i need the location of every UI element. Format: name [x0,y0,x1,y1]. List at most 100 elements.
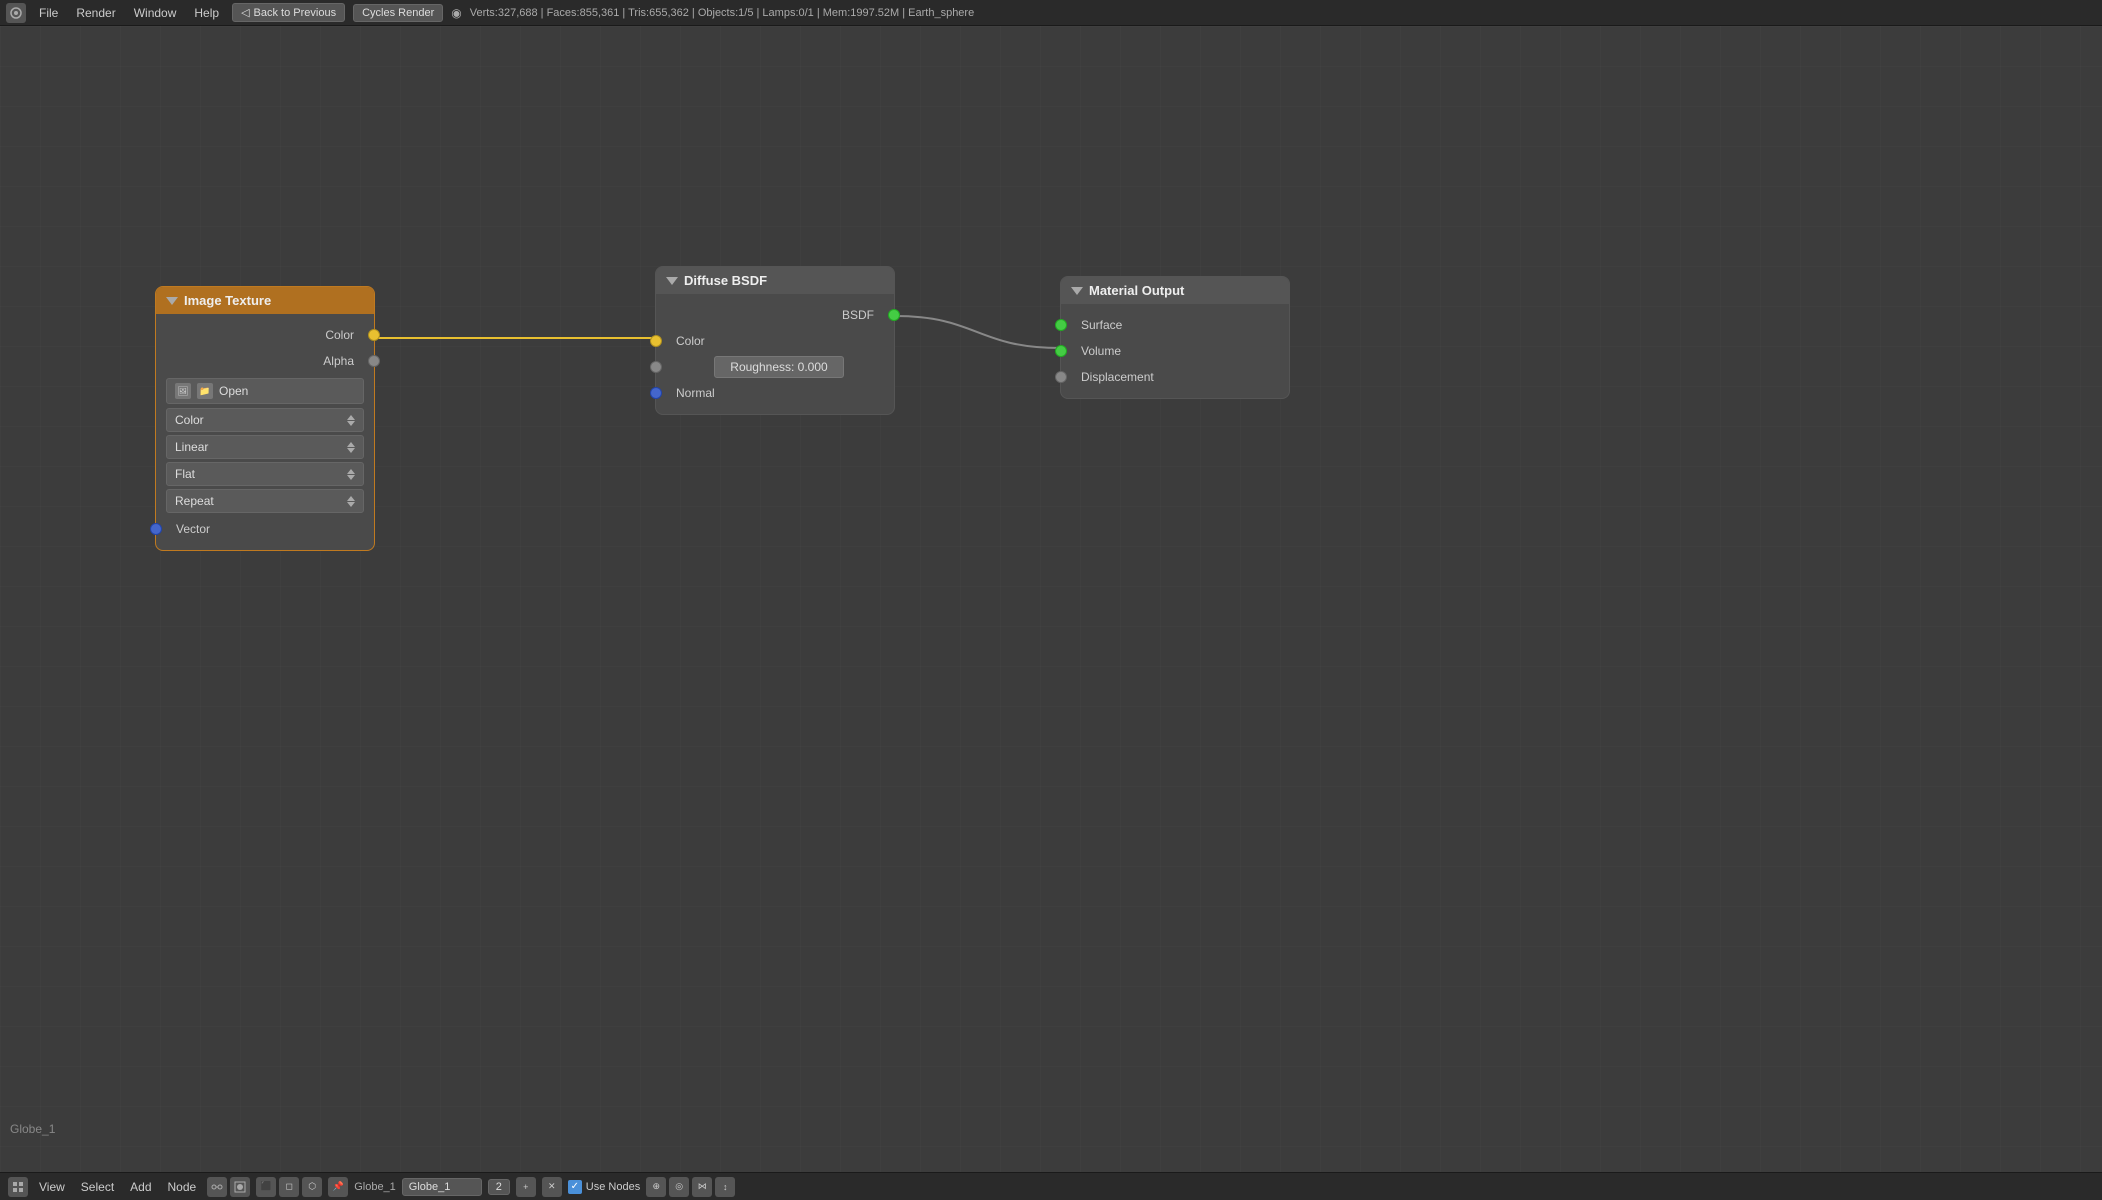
add-menu[interactable]: Add [125,1178,156,1196]
view-icons [207,1177,250,1197]
viewport-label: Globe_1 [10,1122,55,1136]
snap-icons: ⊕ ◎ ⋈ ↕ [646,1177,735,1197]
extension-dropdown[interactable]: Repeat [166,489,364,513]
roughness-label: Roughness: [730,360,794,374]
displacement-input-row: Displacement [1061,364,1289,390]
connections-svg [0,26,2102,1172]
extension-label: Repeat [175,494,214,508]
alpha-output-socket[interactable] [368,355,380,367]
render-icon: ◉ [451,6,461,20]
render-preview-icon[interactable] [230,1177,250,1197]
color-space-label: Color [175,413,204,427]
use-nodes-checkbox[interactable]: ✓ [568,1180,582,1194]
alpha-output-label: Alpha [323,354,354,368]
select-menu[interactable]: Select [76,1178,119,1196]
collapse-triangle-icon[interactable] [1071,287,1083,295]
top-menu-bar: File Render Window Help ◁ Back to Previo… [0,0,2102,26]
file-menu[interactable]: File [34,4,63,22]
extension-arrows-icon [347,496,355,507]
display-icons: ⬛ ◻ ⬡ [256,1177,322,1197]
transform-icon[interactable]: ✕ [542,1177,562,1197]
blender-logo-icon [6,3,26,23]
normal-input-socket[interactable] [650,387,662,399]
globe-name-input[interactable] [402,1178,482,1196]
alpha-output-row: Alpha [156,348,374,374]
roughness-value: 0.000 [798,360,828,374]
wire-icon[interactable]: ⬡ [302,1177,322,1197]
roughness-field[interactable]: Roughness: 0.000 [714,356,844,378]
vector-input-socket[interactable] [150,523,162,535]
color-output-row: Color [156,322,374,348]
back-to-previous-button[interactable]: ◁ Back to Previous [232,3,345,22]
collapse-triangle-icon[interactable] [166,297,178,305]
node-editor-canvas[interactable]: Image Texture Color Alpha 🖼 📁 Open Color [0,26,2102,1172]
node-view-icon[interactable] [207,1177,227,1197]
diffuse-color-input-row: Color [656,328,894,354]
image-texture-title: Image Texture [184,293,271,308]
roughness-input-socket[interactable] [650,361,662,373]
collapse-triangle-icon[interactable] [666,277,678,285]
dropdown-arrows-icon [347,415,355,426]
diffuse-bsdf-node: Diffuse BSDF BSDF Color Roughness: 0.000 [655,266,895,415]
open-label: Open [219,384,248,398]
bottom-toolbar: View Select Add Node ⬛ ◻ ⬡ 📌 Globe_1 2 +… [0,1172,2102,1200]
window-menu[interactable]: Window [129,4,182,22]
add-layer-icon[interactable]: + [516,1177,536,1197]
transform-orient-icon[interactable]: ↕ [715,1177,735,1197]
overlay-icon[interactable]: ◻ [279,1177,299,1197]
editor-type-icons [8,1177,28,1197]
diffuse-bsdf-header: Diffuse BSDF [656,267,894,294]
node-menu[interactable]: Node [163,1178,202,1196]
use-nodes-container: ✓ Use Nodes [568,1180,640,1194]
image-texture-body: Color Alpha 🖼 📁 Open Color [156,314,374,550]
material-output-title: Material Output [1089,283,1184,298]
normal-input-row: Normal [656,380,894,406]
editor-type-icon[interactable] [8,1177,28,1197]
interpolation-label: Linear [175,440,208,454]
globe-label: Globe_1 [354,1181,396,1193]
vector-input-row: Vector [156,516,374,542]
image-texture-node: Image Texture Color Alpha 🖼 📁 Open Color [155,286,375,551]
render-menu[interactable]: Render [71,4,120,22]
interpolation-arrows-icon [347,442,355,453]
diffuse-color-input-label: Color [676,334,705,348]
color-space-dropdown[interactable]: Color [166,408,364,432]
auto-merge-icon[interactable]: ⋈ [692,1177,712,1197]
render-engine-dropdown[interactable]: Cycles Render [353,4,443,22]
vector-input-label: Vector [176,522,210,536]
bsdf-output-row: BSDF [656,302,894,328]
display-mode-icon[interactable]: ⬛ [256,1177,276,1197]
status-text: Verts:327,688 | Faces:855,361 | Tris:655… [470,7,2096,19]
folder-icon: 📁 [197,383,213,399]
layer-number-badge[interactable]: 2 [488,1179,510,1195]
surface-input-label: Surface [1081,318,1122,332]
displacement-input-label: Displacement [1081,370,1154,384]
image-texture-header: Image Texture [156,287,374,314]
pin-icon[interactable]: 📌 [328,1177,348,1197]
proportional-edit-icon[interactable]: ◎ [669,1177,689,1197]
image-preview-icon: 🖼 [175,383,191,399]
volume-input-row: Volume [1061,338,1289,364]
diffuse-bsdf-body: BSDF Color Roughness: 0.000 Normal [656,294,894,414]
snap-icon[interactable]: ⊕ [646,1177,666,1197]
material-output-header: Material Output [1061,277,1289,304]
interpolation-dropdown[interactable]: Linear [166,435,364,459]
displacement-input-socket[interactable] [1055,371,1067,383]
projection-arrows-icon [347,469,355,480]
projection-label: Flat [175,467,195,481]
help-menu[interactable]: Help [189,4,224,22]
surface-input-socket[interactable] [1055,319,1067,331]
volume-input-label: Volume [1081,344,1121,358]
material-output-body: Surface Volume Displacement [1061,304,1289,398]
volume-input-socket[interactable] [1055,345,1067,357]
diffuse-color-input-socket[interactable] [650,335,662,347]
diffuse-bsdf-title: Diffuse BSDF [684,273,767,288]
open-image-button[interactable]: 🖼 📁 Open [166,378,364,404]
normal-input-label: Normal [676,386,715,400]
color-output-label: Color [325,328,354,342]
bsdf-output-socket[interactable] [888,309,900,321]
projection-dropdown[interactable]: Flat [166,462,364,486]
color-output-socket[interactable] [368,329,380,341]
bsdf-connection-line [895,316,1060,348]
view-menu[interactable]: View [34,1178,70,1196]
